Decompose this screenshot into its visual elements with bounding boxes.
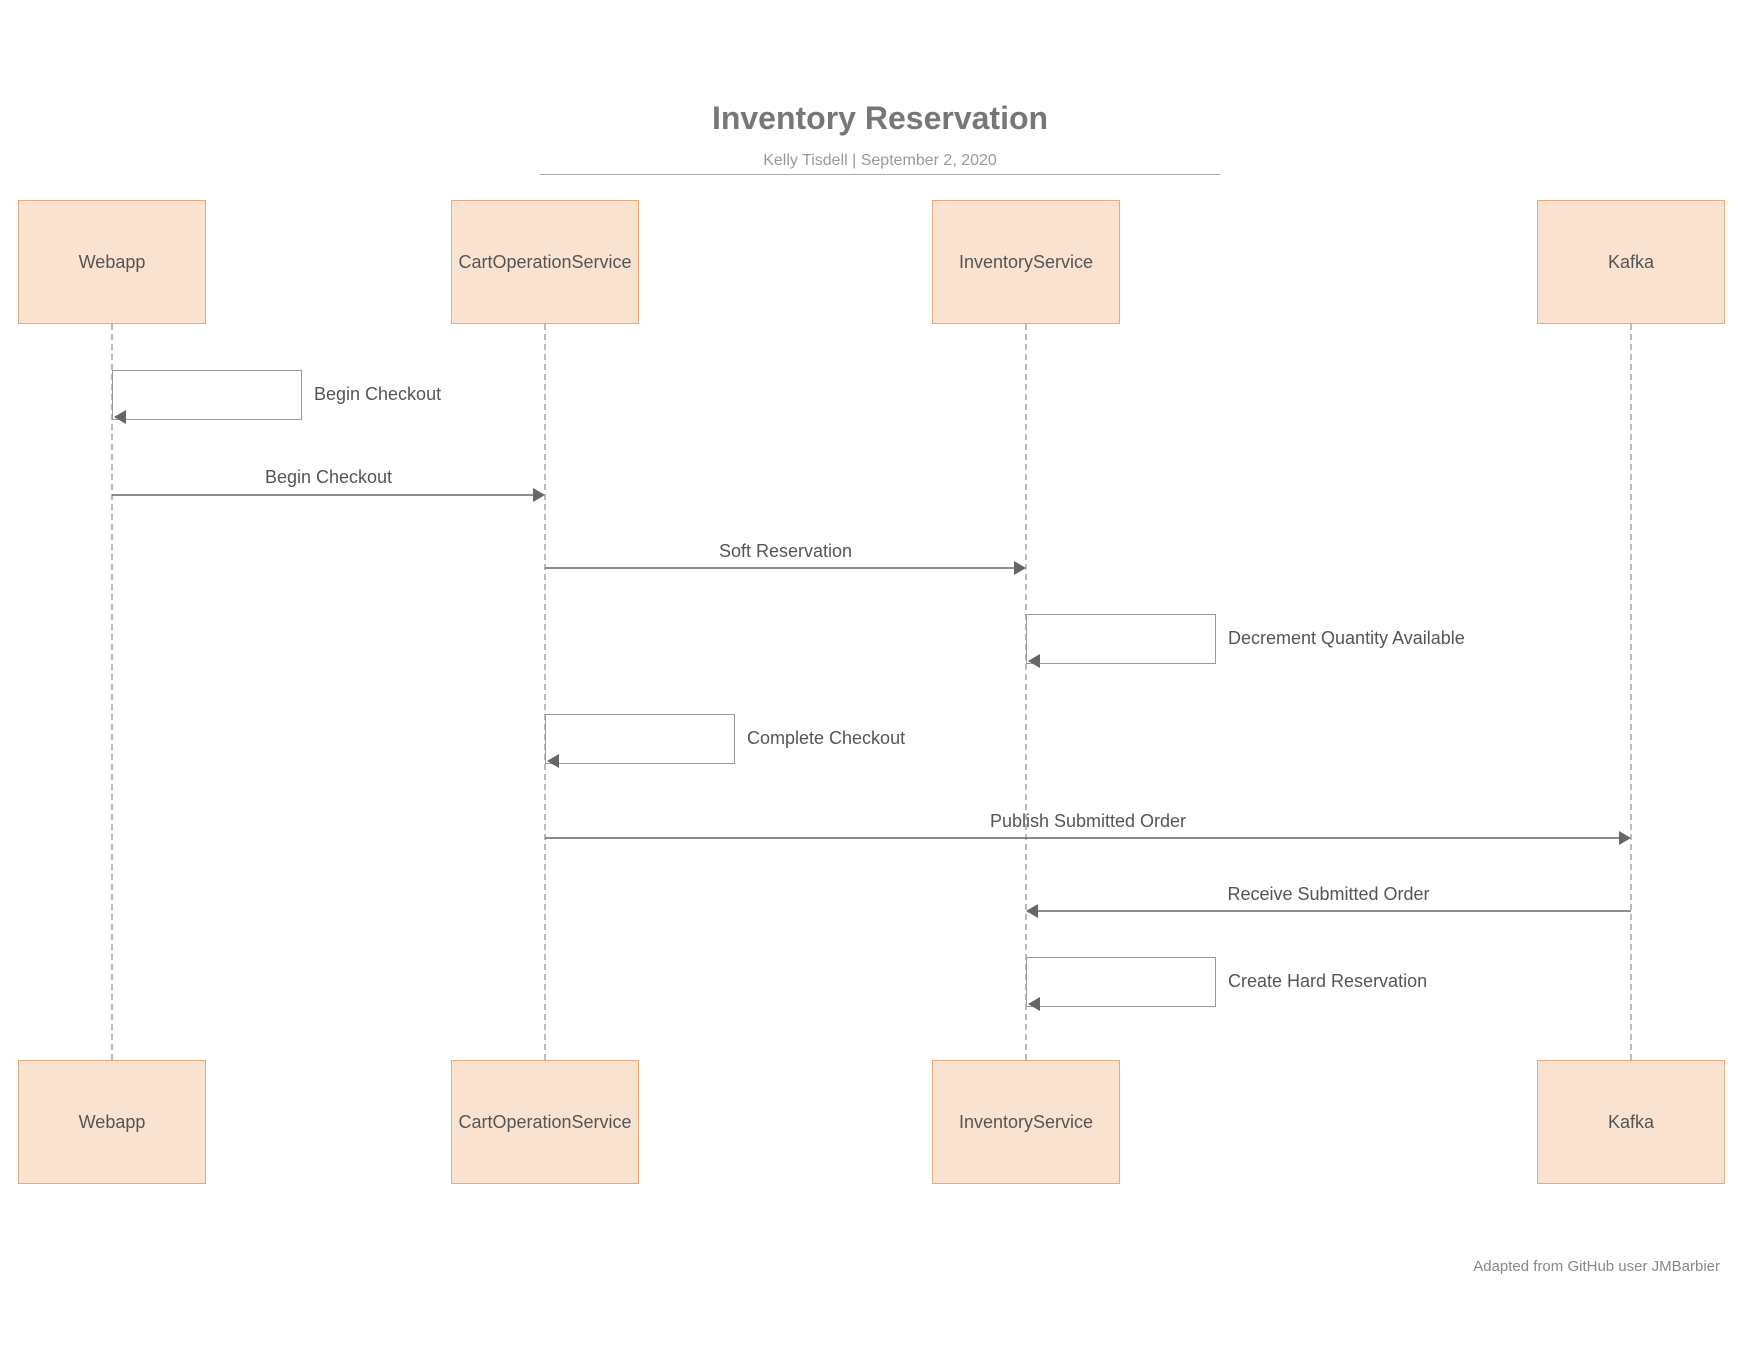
- msg-label-m8: Create Hard Reservation: [1228, 971, 1427, 992]
- participant-p4-bottom: Kafka: [1537, 1060, 1725, 1184]
- diagram-title: Inventory Reservation: [0, 100, 1760, 137]
- msg-label-m2: Begin Checkout: [265, 467, 392, 488]
- msg-label-m1: Begin Checkout: [314, 384, 441, 405]
- msg-label-m4: Decrement Quantity Available: [1228, 628, 1465, 649]
- lifeline-p4: [1630, 324, 1632, 1060]
- participant-p3-top: InventoryService: [932, 200, 1120, 324]
- msg-label-m5: Complete Checkout: [747, 728, 905, 749]
- participant-p4-top: Kafka: [1537, 200, 1725, 324]
- participant-p2-bottom: CartOperationService: [451, 1060, 639, 1184]
- self-msg-m5: [545, 714, 735, 764]
- lifeline-p1: [111, 324, 113, 1060]
- participant-p2-top: CartOperationService: [451, 200, 639, 324]
- msg-label-m7: Receive Submitted Order: [1227, 884, 1429, 905]
- participant-p1-bottom: Webapp: [18, 1060, 206, 1184]
- diagram-date: September 2, 2020: [861, 152, 997, 169]
- meta-sep: |: [848, 152, 861, 169]
- credit-line: Adapted from GitHub user JMBarbier: [1473, 1258, 1720, 1275]
- self-msg-m1: [112, 370, 302, 420]
- self-msg-m8: [1026, 957, 1216, 1007]
- msg-label-m6: Publish Submitted Order: [990, 811, 1186, 832]
- self-msg-m4: [1026, 614, 1216, 664]
- sequence-diagram: Inventory Reservation Kelly Tisdell | Se…: [0, 0, 1760, 1360]
- diagram-meta: Kelly Tisdell | September 2, 2020: [540, 152, 1220, 175]
- author-name: Kelly Tisdell: [763, 152, 847, 169]
- msg-label-m3: Soft Reservation: [719, 541, 852, 562]
- lifeline-p2: [544, 324, 546, 1060]
- lifeline-p3: [1025, 324, 1027, 1060]
- participant-p1-top: Webapp: [18, 200, 206, 324]
- arrow-overlay: [0, 0, 1760, 1360]
- participant-p3-bottom: InventoryService: [932, 1060, 1120, 1184]
